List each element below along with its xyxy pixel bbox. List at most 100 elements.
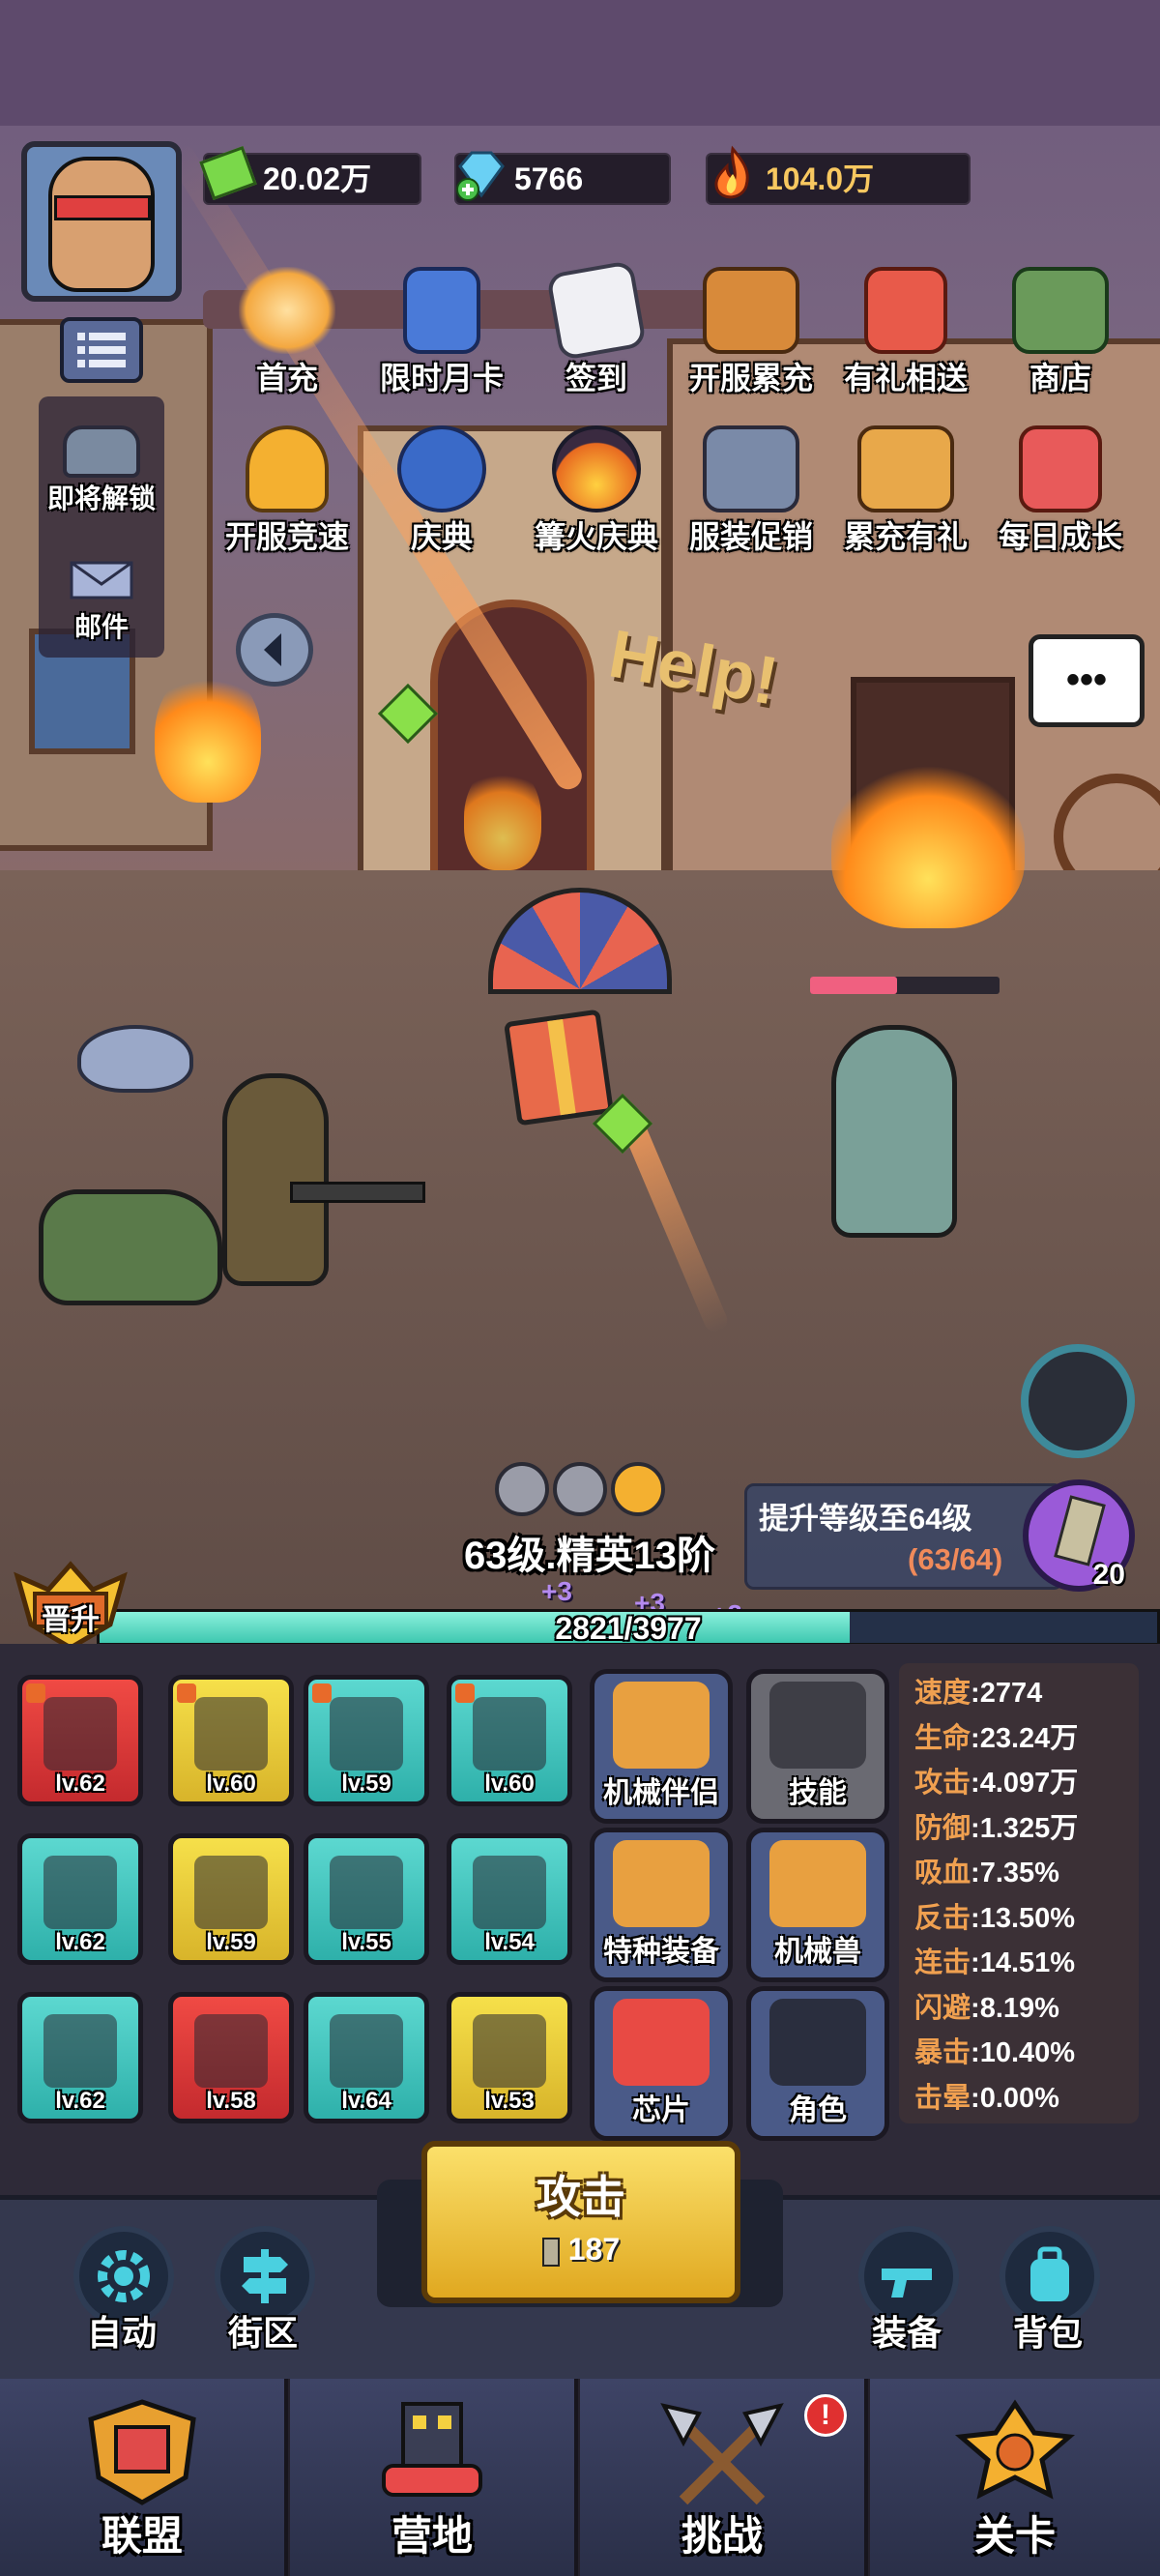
equipment-slot[interactable]: lv.62 <box>17 1833 143 1965</box>
hero-character <box>222 1073 329 1286</box>
stat-row: 反击:13.50% <box>914 1902 1076 1934</box>
equipment-item-icon <box>473 1856 546 1929</box>
equipment-level: lv.62 <box>55 1771 105 1797</box>
cumulative-recharge-button[interactable]: 累充有礼 <box>843 425 969 557</box>
ammo-icon <box>541 2237 560 2267</box>
stat-row: 吸血:7.35% <box>914 1858 1059 1888</box>
gift-send-button[interactable]: 有礼相送 <box>843 267 969 398</box>
equipment-slot[interactable]: lv.58 <box>168 1992 294 2123</box>
fist-shield-icon <box>88 2399 196 2505</box>
fire <box>464 764 541 870</box>
present-icon <box>864 267 947 354</box>
upgrade-item-button[interactable]: 20 <box>1023 1479 1135 1592</box>
promote-button[interactable]: 晋升 <box>10 1557 131 1654</box>
growth-chest-icon <box>1019 425 1102 512</box>
shop-cart-icon <box>1012 267 1109 354</box>
character-button[interactable]: 角色 <box>746 1986 889 2141</box>
shirt-tag-icon <box>26 1683 45 1703</box>
attack-button[interactable]: 攻击 187 <box>421 2141 740 2303</box>
equipment-slot[interactable]: lv.59 <box>304 1675 429 1806</box>
skills-button[interactable]: 技能 <box>746 1669 889 1824</box>
bonfire-celebration-button[interactable]: 篝火庆典 <box>534 425 659 557</box>
building-icon <box>382 2402 482 2497</box>
equipment-slot[interactable]: lv.60 <box>168 1675 294 1806</box>
trophy-icon <box>246 425 329 512</box>
mech-beast-button[interactable]: 机械兽 <box>746 1828 889 1982</box>
equipment-slot[interactable]: lv.62 <box>17 1675 143 1806</box>
xp-text: 2821/3977 <box>555 1611 702 1646</box>
scroll-left-button[interactable] <box>236 613 313 687</box>
celebration-button[interactable]: 庆典 <box>379 425 505 557</box>
nav-challenge[interactable]: 挑战 ! <box>580 2379 868 2576</box>
equipment-level: lv.64 <box>341 2088 392 2114</box>
equipment-slot[interactable]: lv.55 <box>304 1833 429 1965</box>
equipment-slot[interactable]: lv.62 <box>17 1992 143 2123</box>
shirt-tag-icon <box>312 1683 332 1703</box>
bottom-nav: 联盟 营地 挑战 ! 关卡 <box>0 2379 1160 2576</box>
monthly-card-button[interactable]: 限时月卡 <box>379 267 505 398</box>
chip-button[interactable]: 芯片 <box>590 1986 733 2141</box>
enemy-hp-bar <box>810 977 1000 994</box>
stat-row: 暴击:10.40% <box>914 2037 1076 2068</box>
server-recharge-button[interactable]: 开服累充 <box>688 267 814 398</box>
district-label: 街区 <box>227 2313 298 2353</box>
equipment-slot[interactable]: lv.59 <box>168 1833 294 1965</box>
auto-label: 自动 <box>86 2313 157 2353</box>
equipment-item-icon <box>44 2014 117 2088</box>
nav-stage[interactable]: 关卡 <box>870 2379 1160 2576</box>
upgrade-count: 20 <box>1092 1559 1125 1591</box>
equipment-slot[interactable]: lv.54 <box>447 1833 572 1965</box>
ammo-icon <box>1054 1495 1106 1566</box>
equipment-item-icon <box>473 1697 546 1771</box>
first-recharge-button[interactable]: 首充 <box>224 267 350 398</box>
diamond-value: 5766 <box>514 161 584 196</box>
mail-button[interactable]: 邮件 <box>39 559 164 645</box>
equipment-item-icon <box>44 1856 117 1929</box>
boss-avatar-button[interactable] <box>1021 1344 1135 1458</box>
muscle-icon <box>769 1682 866 1769</box>
equipment-item-icon <box>330 2014 403 2088</box>
outfit-sale-button[interactable]: 服装促销 <box>688 425 814 557</box>
equipment-item-icon <box>330 1856 403 1929</box>
server-race-button[interactable]: 开服竞速 <box>224 425 350 557</box>
shop-button[interactable]: 商店 <box>998 267 1123 398</box>
character-silhouette-icon <box>769 1999 866 2086</box>
player-avatar-button[interactable] <box>21 141 182 302</box>
stat-row: 连击:14.51% <box>914 1947 1076 1978</box>
nav-camp[interactable]: 营地 <box>290 2379 578 2576</box>
stats-panel: 速度:2774 生命:23.24万 攻击:4.097万 防御:1.325万 吸血… <box>899 1663 1139 2123</box>
equipment-slot[interactable]: lv.64 <box>304 1992 429 2123</box>
menu-list-button[interactable] <box>60 317 143 383</box>
equipment-level: lv.55 <box>341 1929 392 1955</box>
equipment-item-icon <box>330 1697 403 1771</box>
upgrade-level-panel[interactable]: 提升等级至64级 (63/64) <box>744 1483 1063 1590</box>
equip-label: 装备 <box>871 2313 942 2353</box>
daily-growth-button[interactable]: 每日成长 <box>998 425 1123 557</box>
equipment-slot[interactable]: lv.53 <box>447 1992 572 2123</box>
lightning-icon <box>611 1462 665 1516</box>
mech-partner-button[interactable]: 机械伴侣 <box>590 1669 733 1824</box>
sign-in-button[interactable]: 签到 <box>534 259 659 398</box>
list-icon <box>77 333 126 367</box>
equipment-level: lv.54 <box>484 1929 535 1955</box>
chat-bubble-button[interactable]: ••• <box>1029 634 1145 727</box>
dots-icon: ••• <box>1065 659 1107 701</box>
shirt-tag-icon <box>455 1683 475 1703</box>
crossed-axes-icon <box>660 2403 784 2505</box>
equipment-level: lv.60 <box>206 1771 256 1797</box>
gift-box-icon[interactable] <box>503 1009 615 1127</box>
upcoming-unlock-button[interactable]: 即将解锁 <box>39 425 164 516</box>
shirt-icon <box>495 1462 549 1516</box>
sky <box>0 0 1160 126</box>
upgrade-progress: (63/64) <box>908 1542 1003 1576</box>
mech-beast <box>39 1189 222 1305</box>
equipment-level: lv.60 <box>484 1771 535 1797</box>
special-gear-button[interactable]: 特种装备 <box>590 1828 733 1982</box>
nav-alliance[interactable]: 联盟 <box>0 2379 288 2576</box>
fire <box>831 764 1025 928</box>
card-icon <box>403 267 480 354</box>
equipment-slot[interactable]: lv.60 <box>447 1675 572 1806</box>
power-counter: 104.0万 <box>706 145 971 205</box>
special-gear-icon <box>613 1840 710 1927</box>
envelope-icon <box>70 561 133 600</box>
